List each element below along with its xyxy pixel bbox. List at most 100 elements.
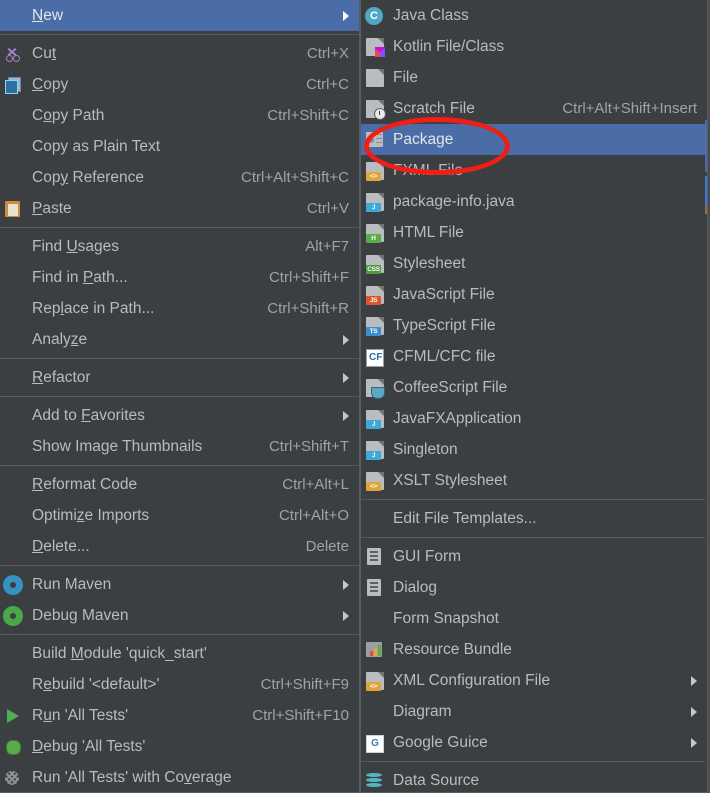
context-menu-item-show-image-thumbnails[interactable]: Show Image Thumbnails Ctrl+Shift+T [0, 431, 359, 462]
new-submenu-item-xml-configuration-file[interactable]: <> XML Configuration File [361, 665, 707, 696]
context-menu-item-delete[interactable]: Delete... Delete [0, 531, 359, 562]
new-submenu-item-diagram[interactable]: Diagram [361, 696, 707, 727]
new-submenu-item-package[interactable]: Package [361, 124, 707, 155]
context-menu-item-run-all-tests[interactable]: Run 'All Tests' Ctrl+Shift+F10 [0, 700, 359, 731]
new-submenu-item-javafxapplication[interactable]: J JavaFXApplication [361, 403, 707, 434]
menu-item-shortcut: Ctrl+Alt+Shift+Insert [562, 100, 697, 117]
new-submenu-item-scratch-file[interactable]: Scratch File Ctrl+Alt+Shift+Insert [361, 93, 707, 124]
menu-item-label: XSLT Stylesheet [393, 471, 508, 489]
css-file-icon: CSS [363, 254, 389, 274]
context-menu-item-run-all-tests-with-coverage[interactable]: Run 'All Tests' with Coverage [0, 762, 359, 792]
java-class-icon: C [363, 6, 389, 26]
submenu-arrow-icon [691, 675, 697, 686]
menu-item-label: Edit File Templates... [393, 509, 537, 527]
context-menu-item-new[interactable]: New [0, 0, 359, 31]
context-menu-item-optimize-imports[interactable]: Optimize Imports Ctrl+Alt+O [0, 500, 359, 531]
new-submenu-item-kotlin-file-class[interactable]: Kotlin File/Class [361, 31, 707, 62]
no-icon [2, 506, 28, 526]
menu-item-label: JavaFXApplication [393, 409, 522, 427]
new-submenu-item-fxml-file[interactable]: <> FXML File [361, 155, 707, 186]
menu-item-label: Package [393, 130, 454, 148]
no-icon [2, 137, 28, 157]
new-submenu-item-singleton[interactable]: J Singleton [361, 434, 707, 465]
screen-root: New Cut Ctrl+X Copy Ctrl+C Copy Path Ctrl+Shif… [0, 0, 710, 793]
menu-item-label: Delete... [32, 537, 90, 555]
menu-item-label: HTML File [393, 223, 464, 241]
context-menu-item-run-maven[interactable]: Run Maven [0, 569, 359, 600]
context-menu-item-find-in-path[interactable]: Find in Path... Ctrl+Shift+F [0, 262, 359, 293]
context-menu-item-replace-in-path[interactable]: Replace in Path... Ctrl+Shift+R [0, 293, 359, 324]
new-submenu-item-cfml-cfc-file[interactable]: CF CFML/CFC file [361, 341, 707, 372]
menu-separator [0, 565, 359, 566]
context-menu-item-paste[interactable]: Paste Ctrl+V [0, 193, 359, 224]
google-guice-icon: G [363, 733, 389, 753]
context-menu-item-copy-reference[interactable]: Copy Reference Ctrl+Alt+Shift+C [0, 162, 359, 193]
new-submenu[interactable]: C Java Class Kotlin File/Class File Scratch … [360, 0, 708, 793]
debug-icon [2, 737, 28, 757]
package-icon [363, 130, 389, 150]
menu-item-label: Debug 'All Tests' [32, 737, 146, 755]
maven-run-icon [2, 575, 28, 595]
new-submenu-item-xslt-stylesheet[interactable]: <> XSLT Stylesheet [361, 465, 707, 496]
xml-config-icon: <> [363, 671, 389, 691]
context-menu-item-build-module-quick-start[interactable]: Build Module 'quick_start' [0, 638, 359, 669]
context-menu-item-copy-as-plain-text[interactable]: Copy as Plain Text [0, 131, 359, 162]
new-submenu-item-data-source[interactable]: Data Source [361, 765, 707, 792]
context-menu-item-refactor[interactable]: Refactor [0, 362, 359, 393]
new-submenu-item-google-guice[interactable]: G Google Guice [361, 727, 707, 758]
menu-item-label: GUI Form [393, 547, 462, 565]
no-icon [2, 537, 28, 557]
new-submenu-item-java-class[interactable]: C Java Class [361, 0, 707, 31]
no-icon [2, 330, 28, 350]
new-submenu-item-resource-bundle[interactable]: Resource Bundle [361, 634, 707, 665]
no-icon [2, 406, 28, 426]
context-menu-item-debug-all-tests[interactable]: Debug 'All Tests' [0, 731, 359, 762]
menu-item-shortcut: Delete [305, 538, 349, 555]
paste-icon [2, 199, 28, 219]
context-menu-item-copy[interactable]: Copy Ctrl+C [0, 69, 359, 100]
menu-item-shortcut: Ctrl+Shift+F9 [260, 676, 349, 693]
context-menu-item-rebuild-default[interactable]: Rebuild '<default>' Ctrl+Shift+F9 [0, 669, 359, 700]
new-submenu-item-gui-form[interactable]: GUI Form [361, 541, 707, 572]
menu-item-label: Rebuild '<default>' [32, 675, 160, 693]
new-submenu-item-javascript-file[interactable]: JS JavaScript File [361, 279, 707, 310]
menu-item-label: Stylesheet [393, 254, 466, 272]
new-submenu-item-typescript-file[interactable]: TS TypeScript File [361, 310, 707, 341]
kotlin-file-icon [363, 37, 389, 57]
menu-item-label: Analyze [32, 330, 88, 348]
menu-item-label: File [393, 68, 418, 86]
new-submenu-item-dialog[interactable]: Dialog [361, 572, 707, 603]
menu-separator [0, 396, 359, 397]
context-menu-item-add-to-favorites[interactable]: Add to Favorites [0, 400, 359, 431]
no-icon [2, 168, 28, 188]
context-menu-item-cut[interactable]: Cut Ctrl+X [0, 38, 359, 69]
submenu-arrow-icon [343, 610, 349, 621]
run-icon [2, 706, 28, 726]
menu-item-label: Refactor [32, 368, 91, 386]
new-submenu-item-stylesheet[interactable]: CSS Stylesheet [361, 248, 707, 279]
editor-context-menu[interactable]: New Cut Ctrl+X Copy Ctrl+C Copy Path Ctrl+Shif… [0, 0, 360, 793]
new-submenu-item-file[interactable]: File [361, 62, 707, 93]
context-menu-item-copy-path[interactable]: Copy Path Ctrl+Shift+C [0, 100, 359, 131]
menu-separator [0, 34, 359, 35]
context-menu-item-find-usages[interactable]: Find Usages Alt+F7 [0, 231, 359, 262]
new-submenu-item-coffeescript-file[interactable]: CoffeeScript File [361, 372, 707, 403]
context-menu-item-reformat-code[interactable]: Reformat Code Ctrl+Alt+L [0, 469, 359, 500]
java-file-icon: J [363, 192, 389, 212]
new-submenu-item-form-snapshot[interactable]: Form Snapshot [361, 603, 707, 634]
menu-item-label: XML Configuration File [393, 671, 551, 689]
resource-bundle-icon [363, 640, 389, 660]
no-icon [2, 475, 28, 495]
no-icon [363, 702, 389, 722]
scissors-icon [2, 44, 28, 64]
context-menu-item-analyze[interactable]: Analyze [0, 324, 359, 355]
menu-item-label: Run 'All Tests' with Coverage [32, 768, 232, 786]
new-submenu-item-package-info-java[interactable]: Jpackage-info.java [361, 186, 707, 217]
menu-item-label: Form Snapshot [393, 609, 499, 627]
new-submenu-item-html-file[interactable]: H HTML File [361, 217, 707, 248]
menu-item-label: package-info.java [393, 192, 515, 210]
new-submenu-item-edit-file-templates[interactable]: Edit File Templates... [361, 503, 707, 534]
no-icon [363, 609, 389, 629]
context-menu-item-debug-maven[interactable]: Debug Maven [0, 600, 359, 631]
menu-item-label: FXML File [393, 161, 464, 179]
